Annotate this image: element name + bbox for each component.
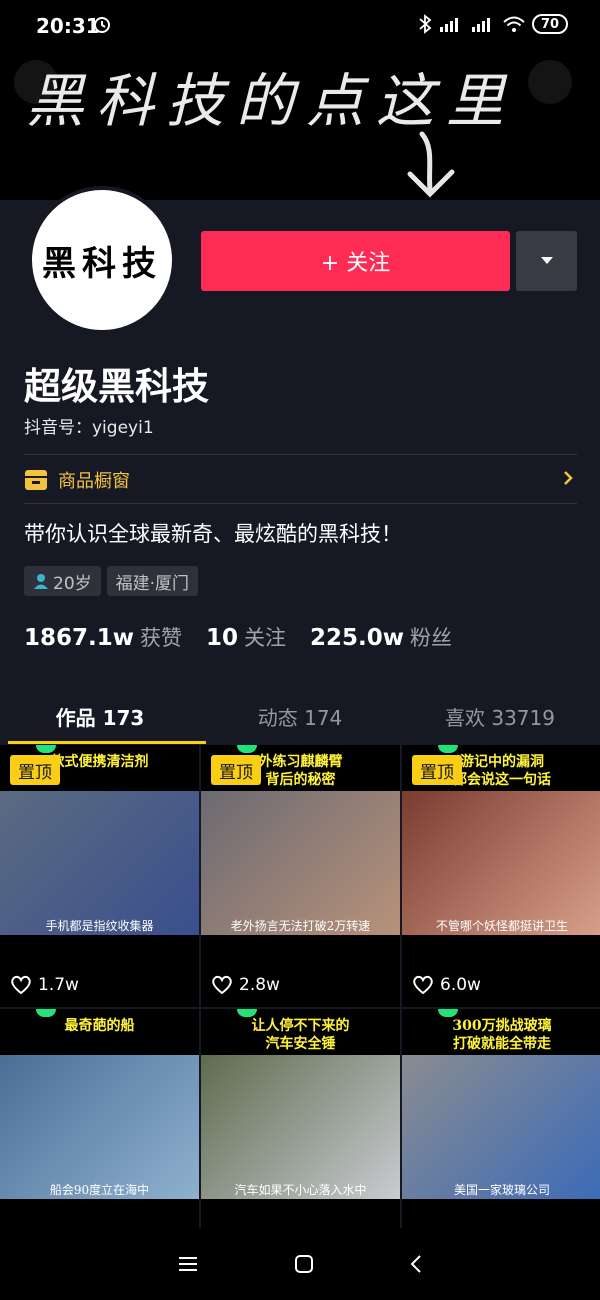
video-caption-bottom: 美国一家玻璃公司 [453,1183,550,1197]
video-grid: 款式便携清洁剂 手机都是指纹收集器 置顶 1.7w 外练习麒麟臂 背后的秘密 老… [0,745,600,1271]
person-icon [34,574,48,589]
douyin-id: 抖音号：yigeyi1 [24,418,154,438]
shop-window-label: 商品橱窗 [58,471,130,492]
battery-indicator: 70 [532,14,568,34]
signal-icon-2 [472,18,490,32]
shop-icon [25,470,47,490]
heart-icon [212,975,232,995]
video-caption-bottom: 手机都是指纹收集器 [45,919,154,933]
video-caption-top: 最奇葩的船 [64,1018,135,1034]
stat-fans-num: 225.0w [310,625,405,651]
follow-button[interactable]: + 关注 [201,231,510,291]
age-tag-label: 20岁 [53,573,92,594]
video-likes-count: 2.8w [239,975,280,995]
caret-down-icon [540,257,553,264]
profile-banner: 黑科技的点这里 20:31 70 [0,0,600,200]
video-likes-count: 6.0w [440,975,481,995]
video-caption-top: 让人停不下来的 汽车安全锤 [251,1018,350,1052]
video-thumbnail [201,1055,400,1199]
video-cell[interactable]: 游记中的漏洞 都会说这一句话 不管哪个妖怪都挺讲卫生 置顶 6.0w [402,745,600,1007]
tab-likes[interactable]: 喜欢 33719 [400,692,600,744]
nickname: 超级黑科技 [24,365,209,408]
video-thumbnail [402,1055,600,1199]
bio: 带你认识全球最新奇、最炫酷的黑科技！ [24,522,402,546]
video-caption-bottom: 船会90度立在海中 [49,1183,150,1197]
location-tag: 福建·厦门 [106,566,199,596]
more-button[interactable] [528,60,572,104]
status-bar: 20:31 70 [0,0,600,52]
video-likes: 6.0w [412,975,481,995]
stat-following-num: 10 [206,625,239,651]
bluetooth-icon [419,14,432,34]
progress-dot [438,1009,458,1017]
menu-icon[interactable] [177,1255,199,1273]
down-arrow-icon [407,131,455,198]
stat-fans-label: 粉丝 [410,626,453,650]
stat-likes: 1867.1w 获赞 [24,622,182,652]
pinned-badge: 置顶 [10,755,60,785]
stat-fans[interactable]: 225.0w 粉丝 [310,622,452,652]
home-icon[interactable] [293,1253,315,1275]
video-thumbnail [0,1055,199,1199]
tag-list: 20岁 福建·厦门 [24,566,199,596]
video-caption-bottom: 不管哪个妖怪都挺讲卫生 [435,919,568,933]
divider [24,454,577,455]
progress-dot [237,745,257,753]
video-caption-bottom: 汽车如果不小心落入水中 [234,1183,367,1197]
stat-likes-label: 获赞 [140,626,183,650]
wifi-icon [503,16,525,32]
signal-icon [440,18,458,32]
back-icon[interactable] [409,1253,423,1275]
pinned-badge: 置顶 [412,755,462,785]
video-thumbnail [402,791,600,935]
system-nav-bar [0,1228,600,1300]
banner-text: 黑科技的点这里 [26,67,517,135]
profile-tabs: 作品 173 动态 174 喜欢 33719 [0,692,600,744]
divider [24,503,577,504]
avatar[interactable]: 黑科技 [28,186,176,334]
recommend-dropdown-button[interactable] [516,231,577,291]
age-tag: 20岁 [24,566,101,596]
location-tag-label: 福建·厦门 [115,573,190,594]
progress-dot [237,1009,257,1017]
video-caption-bottom: 老外扬言无法打破2万转速 [230,919,371,933]
stats-row: 1867.1w 获赞 10 关注 225.0w 粉丝 [24,622,476,652]
video-likes-count: 1.7w [38,975,79,995]
alarm-icon [94,17,110,33]
pinned-badge: 置顶 [211,755,261,785]
status-time: 20:31 [36,14,100,38]
tab-works[interactable]: 作品 173 [0,692,206,744]
video-cell[interactable]: 外练习麒麟臂 背后的秘密 老外扬言无法打破2万转速 置顶 2.8w [201,745,400,1007]
video-likes: 2.8w [211,975,280,995]
heart-icon [11,975,31,995]
video-caption-top: 300万挑战玻璃 打破就能全带走 [452,1018,552,1052]
video-likes: 1.7w [10,975,79,995]
heart-icon [413,975,433,995]
avatar-text: 黑科技 [42,243,162,284]
tab-dynamic[interactable]: 动态 174 [200,692,400,744]
stat-following-label: 关注 [244,626,287,650]
shop-window-row[interactable]: 商品橱窗 [24,456,577,504]
chevron-right-icon [564,471,573,485]
follow-button-label: + 关注 [320,251,391,276]
progress-dot [36,1009,56,1017]
video-thumbnail [201,791,400,935]
progress-dot [36,745,56,753]
stat-following[interactable]: 10 关注 [206,622,286,652]
video-thumbnail [0,791,199,935]
video-cell[interactable]: 款式便携清洁剂 手机都是指纹收集器 置顶 1.7w [0,745,199,1007]
progress-dot [438,745,458,753]
stat-likes-num: 1867.1w [24,625,135,651]
